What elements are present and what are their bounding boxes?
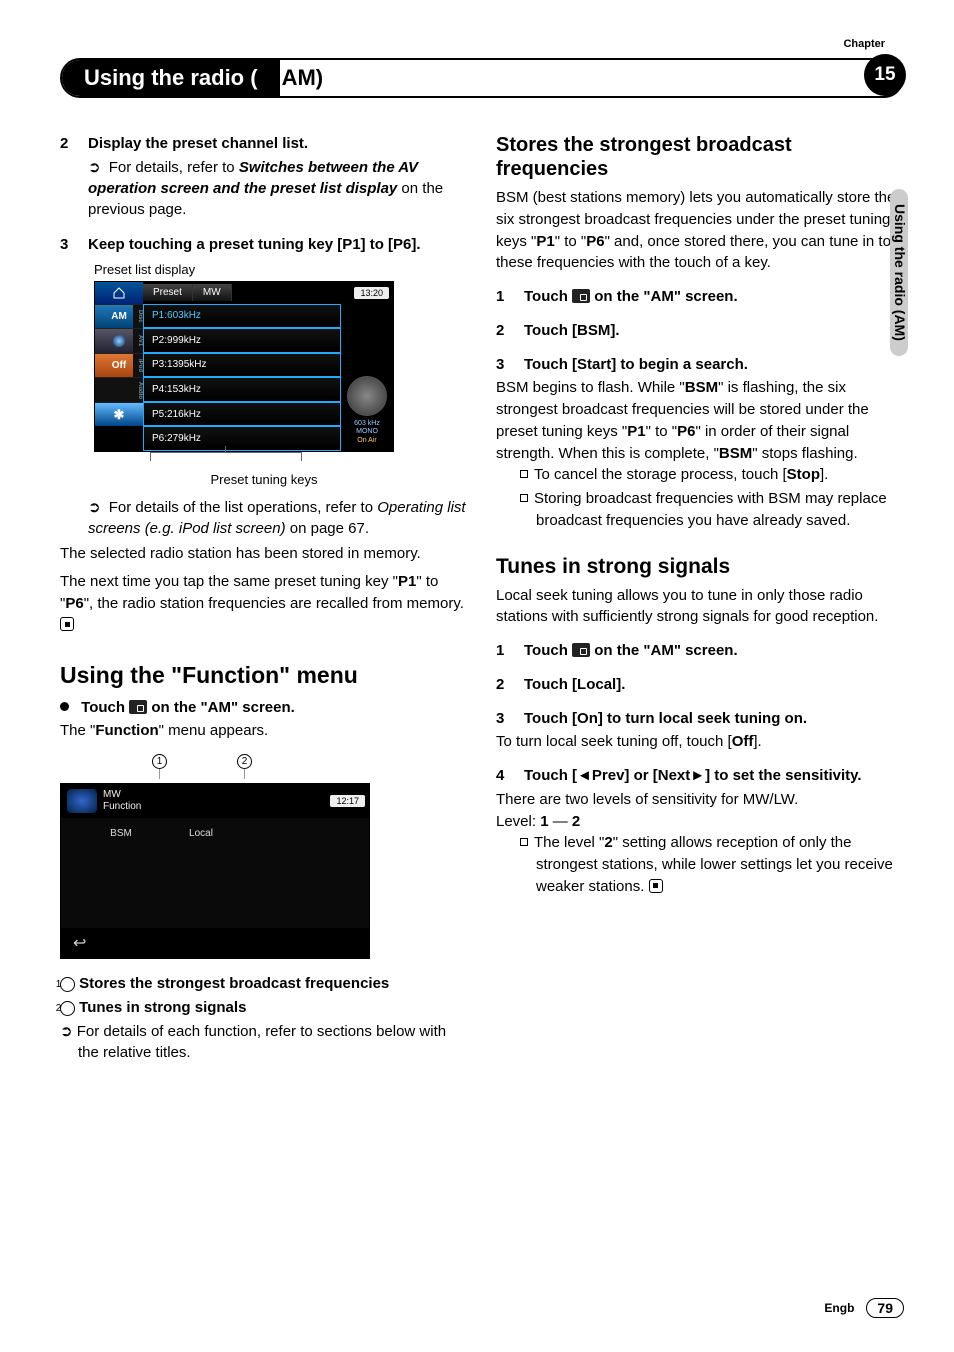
ss1-row-p1: P1:603kHz [143, 304, 341, 329]
ss1-row-p6: P6:279kHz [143, 426, 341, 451]
function-menu-appears: The "Function" menu appears. [60, 720, 468, 742]
ss2-btn-bsm: BSM [91, 828, 151, 918]
ss1-time: 13:20 [354, 287, 389, 299]
recall-memory-text: The next time you tap the same preset tu… [60, 571, 468, 636]
ss1-row-p4: P4:153kHz [143, 377, 341, 402]
list-ops-note: ➲ For details of the list operations, re… [60, 497, 468, 539]
bsm-step-1: 1Touch on the "AM" screen. [496, 286, 904, 308]
bsm-sub-2: Storing broadcast frequencies with BSM m… [496, 488, 904, 532]
local-step-2: 2Touch [Local]. [496, 674, 904, 696]
end-section-icon [649, 879, 663, 893]
ss1-dial-icon [347, 376, 387, 416]
footer-language: Engb [824, 1301, 854, 1315]
legend-item-1: 1 Stores the strongest broadcast frequen… [60, 973, 468, 995]
touch-settings-icon [572, 289, 590, 303]
checkbox-icon [520, 494, 528, 502]
local-step-1: 1Touch on the "AM" screen. [496, 640, 904, 662]
touch-settings-icon [572, 643, 590, 657]
ss1-side-bt: ✱ [95, 402, 143, 427]
tunes-strong-heading: Tunes in strong signals [496, 554, 904, 579]
link-arrow-icon: ➲ [60, 1023, 73, 1040]
ss2-time: 12:17 [330, 795, 365, 807]
touch-settings-icon [129, 700, 147, 714]
bullet-icon [60, 702, 69, 711]
stored-memory-text: The selected radio station has been stor… [60, 543, 468, 565]
local-step-3: 3Touch [On] to turn local seek tuning on… [496, 708, 904, 730]
page-footer: Engb 79 [824, 1298, 904, 1318]
bracket-indicator [150, 452, 468, 466]
ss1-side-off: OffiPod [95, 353, 143, 378]
step-3-heading: 3Keep touching a preset tuning key [P1] … [60, 234, 468, 256]
local-intro: Local seek tuning allows you to tune in … [496, 585, 904, 629]
local-sub-1: The level "2" setting allows reception o… [496, 832, 904, 897]
ss1-row-p5: P5:216kHz [143, 402, 341, 427]
function-menu-screenshot: MW Function 12:17 BSM Local ↩ [60, 783, 370, 959]
screenshot2-callouts: 1 2 [152, 754, 468, 779]
function-menu-heading: Using the "Function" menu [60, 662, 468, 688]
bsm-step-3: 3Touch [Start] to begin a search. [496, 354, 904, 376]
chapter-label: Chapter [843, 38, 885, 50]
ss1-info-freq: 603 kHz [354, 420, 380, 428]
ss1-side-disc: AV1 [95, 328, 143, 353]
step-2-note: ➲ For details, refer to Switches between… [60, 157, 468, 220]
ss2-settings-icon [67, 789, 97, 813]
local-step-4: 4Touch [◄Prev] or [Next►] to set the sen… [496, 765, 904, 787]
preset-list-screenshot: Preset MW 13:20 AMDisc AV1 OffiPod Audio… [94, 281, 394, 453]
side-tab: Using the radio (AM) [890, 189, 908, 356]
screenshot1-caption-top: Preset list display [60, 262, 468, 277]
page-title-bar: Using the radio ( AM) [60, 58, 904, 98]
step-2-heading: 2Display the preset channel list. [60, 133, 468, 155]
ss1-tab-mw: MW [193, 284, 232, 301]
ss1-info-mono: MONO [356, 428, 378, 436]
local-step-3-body: To turn local seek tuning off, touch [Of… [496, 731, 904, 753]
legend-item-2: 2 Tunes in strong signals [60, 997, 468, 1019]
ss1-info-onair: On Air [357, 437, 376, 445]
ss2-title: MW Function [103, 789, 141, 813]
page-title-right: AM) [280, 65, 324, 91]
legend-note: ➲ For details of each function, refer to… [60, 1021, 468, 1065]
end-section-icon [60, 617, 74, 631]
checkbox-icon [520, 470, 528, 478]
chapter-number-badge: 15 [864, 54, 906, 96]
link-arrow-icon: ➲ [88, 157, 101, 178]
touch-am-instruction: Touch on the "AM" screen. [60, 697, 468, 719]
bsm-intro: BSM (best stations memory) lets you auto… [496, 187, 904, 274]
ss1-side-am: AMDisc [95, 304, 143, 329]
bsm-sub-1: To cancel the storage process, touch [St… [496, 464, 904, 486]
bsm-step-2: 2Touch [BSM]. [496, 320, 904, 342]
ss2-back-icon: ↩ [73, 933, 86, 953]
ss1-tab-preset: Preset [143, 284, 193, 301]
ss2-btn-local: Local [171, 828, 231, 918]
ss1-row-p2: P2:999kHz [143, 328, 341, 353]
checkbox-icon [520, 838, 528, 846]
page-title-left: Using the radio ( [62, 60, 280, 96]
stores-strongest-heading: Stores the strongest broadcast frequenci… [496, 133, 904, 181]
local-step-4-body: There are two levels of sensitivity for … [496, 789, 904, 811]
footer-page-number: 79 [866, 1298, 904, 1318]
sensitivity-levels: Level: 1 — 2 [496, 811, 904, 833]
ss1-row-p3: P3:1395kHz [143, 353, 341, 378]
ss1-home-icon [95, 282, 143, 304]
bsm-step-3-body: BSM begins to flash. While "BSM" is flas… [496, 377, 904, 464]
screenshot1-caption-bottom: Preset tuning keys [60, 472, 468, 487]
ss1-side-blank: Audio [95, 377, 143, 402]
link-arrow-icon: ➲ [88, 497, 101, 518]
